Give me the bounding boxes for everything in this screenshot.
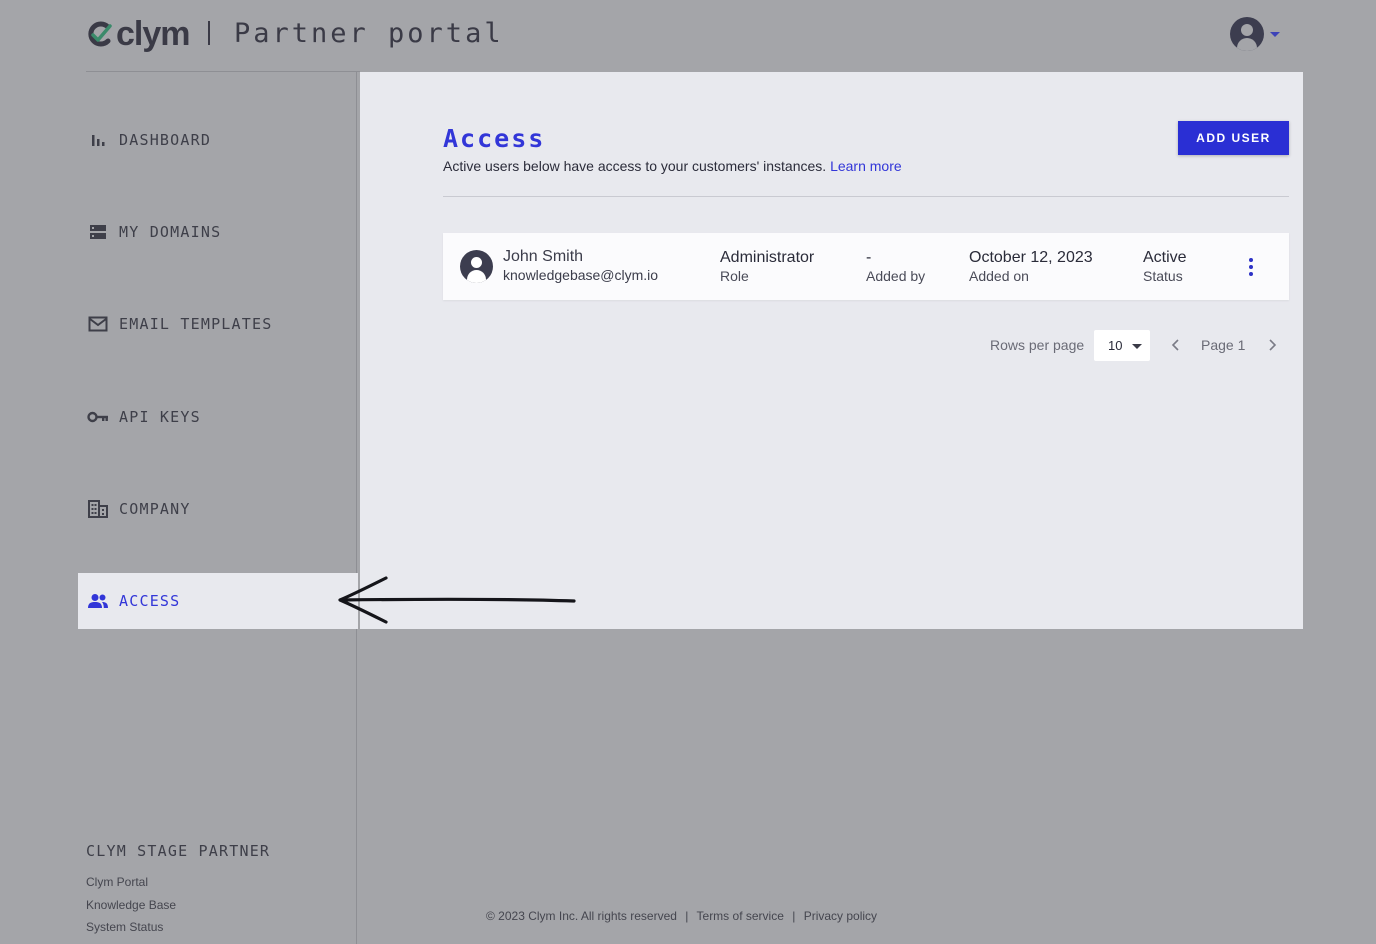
- header-rule: [86, 71, 360, 72]
- status-value: Active: [1143, 249, 1187, 266]
- key-icon: [87, 406, 109, 428]
- page-indicator: Page 1: [1201, 337, 1246, 353]
- add-user-button[interactable]: ADD USER: [1178, 121, 1289, 155]
- account-avatar-icon: [1230, 17, 1264, 51]
- sidebar-item-label: COMPANY: [119, 500, 191, 518]
- sidebar-item-company[interactable]: COMPANY: [78, 481, 358, 537]
- next-page-button[interactable]: [1262, 335, 1282, 355]
- clym-logo-mark-icon: [88, 21, 112, 47]
- portal-title: Partner portal: [234, 18, 504, 49]
- role-value: Administrator: [720, 249, 815, 266]
- server-icon: [87, 221, 109, 243]
- footer-separator: |: [685, 909, 689, 923]
- footer-separator: |: [792, 909, 796, 923]
- user-identity: John Smith knowledgebase@clym.io: [503, 248, 658, 284]
- building-icon: [87, 498, 109, 520]
- account-menu-button[interactable]: [1230, 16, 1284, 52]
- rows-per-page-value: 10: [1108, 338, 1123, 353]
- copyright-text: © 2023 Clym Inc. All rights reserved: [486, 909, 677, 923]
- sidebar-item-label: MY DOMAINS: [119, 223, 222, 241]
- page-title: Access: [443, 124, 546, 153]
- sidebar-item-label: ACCESS: [119, 592, 181, 610]
- page-subtitle: Active users below have access to your c…: [443, 157, 902, 175]
- chevron-down-icon: [1270, 31, 1280, 37]
- chevron-down-icon: [1132, 344, 1142, 349]
- subtitle-text: Active users below have access to your c…: [443, 158, 827, 174]
- clym-logo[interactable]: clym: [86, 14, 190, 54]
- sidebar-item-email-templates[interactable]: EMAIL TEMPLATES: [78, 296, 358, 352]
- added-by-label: Added by: [866, 268, 926, 284]
- user-status: Active Status: [1143, 249, 1187, 285]
- app-header: clym Partner portal: [0, 0, 1376, 72]
- access-panel: Access Active users below have access to…: [360, 72, 1303, 629]
- sidebar-item-label: API KEYS: [119, 408, 201, 426]
- learn-more-link[interactable]: Learn more: [830, 158, 902, 174]
- added-by-value: -: [866, 249, 872, 266]
- sidebar-item-access[interactable]: ACCESS: [78, 573, 358, 629]
- section-divider: [443, 196, 1289, 197]
- chevron-right-icon: [1269, 339, 1277, 351]
- user-avatar-icon: [460, 250, 493, 283]
- user-email: knowledgebase@clym.io: [503, 267, 659, 283]
- bar-chart-icon: [87, 129, 109, 151]
- sidebar-item-api-keys[interactable]: API KEYS: [78, 389, 358, 445]
- more-options-icon[interactable]: [1244, 255, 1258, 279]
- previous-page-button[interactable]: [1166, 335, 1186, 355]
- privacy-policy-link[interactable]: Privacy policy: [804, 909, 877, 923]
- user-added-by: - Added by: [866, 249, 925, 285]
- annotation-arrow-icon: [338, 576, 576, 624]
- added-on-value: October 12, 2023: [969, 249, 1093, 266]
- rows-per-page-select[interactable]: 10: [1094, 330, 1150, 361]
- people-icon: [87, 590, 109, 612]
- system-status-link[interactable]: System Status: [86, 920, 163, 934]
- sidebar-item-label: DASHBOARD: [119, 131, 212, 149]
- role-label: Role: [720, 268, 749, 284]
- chevron-left-icon: [1171, 339, 1179, 351]
- header-divider: [208, 21, 210, 45]
- sidebar-item-label: EMAIL TEMPLATES: [119, 315, 273, 333]
- clym-portal-link[interactable]: Clym Portal: [86, 875, 148, 889]
- rows-per-page-label: Rows per page: [990, 337, 1085, 353]
- logo-text: clym: [116, 15, 190, 53]
- legal-footer: © 2023 Clym Inc. All rights reserved | T…: [486, 909, 877, 923]
- user-role: Administrator Role: [720, 249, 814, 285]
- terms-of-service-link[interactable]: Terms of service: [697, 909, 784, 923]
- user-row: John Smith knowledgebase@clym.io Adminis…: [443, 233, 1289, 300]
- user-name: John Smith: [503, 248, 584, 265]
- status-label: Status: [1143, 268, 1183, 284]
- user-added-on: October 12, 2023 Added on: [969, 249, 1093, 285]
- sidebar-item-my-domains[interactable]: MY DOMAINS: [78, 204, 358, 260]
- partner-org-name: CLYM STAGE PARTNER: [86, 842, 271, 860]
- added-on-label: Added on: [969, 268, 1029, 284]
- knowledge-base-link[interactable]: Knowledge Base: [86, 898, 176, 912]
- mail-icon: [87, 313, 109, 335]
- sidebar-item-dashboard[interactable]: DASHBOARD: [78, 112, 358, 168]
